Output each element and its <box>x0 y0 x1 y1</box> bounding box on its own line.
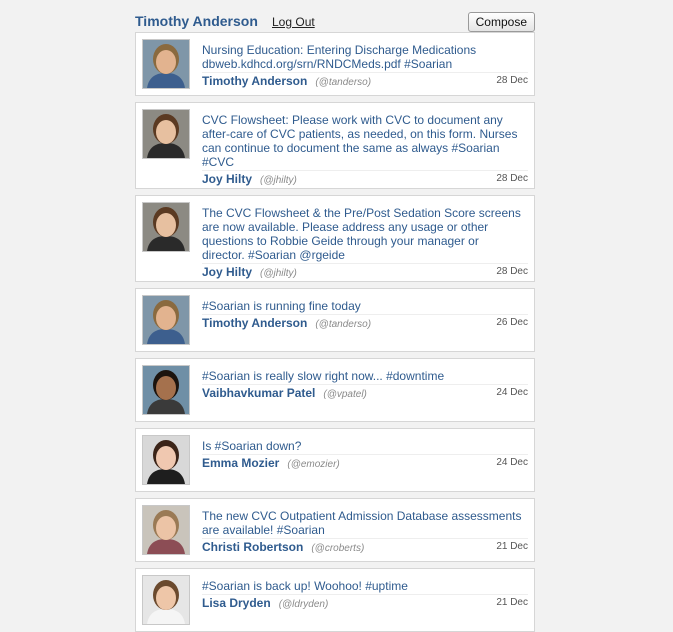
user-avatar[interactable] <box>142 295 190 345</box>
user-avatar[interactable] <box>142 435 190 485</box>
post-author-name[interactable]: Joy Hilty <box>202 172 252 186</box>
post-meta: Timothy Anderson (@tanderso) 26 Dec <box>202 314 528 331</box>
post-author-group: Lisa Dryden (@ldryden) <box>202 596 328 612</box>
post-date: 26 Dec <box>496 317 528 328</box>
post-message-line: director. #Soarian @rgeide <box>202 248 345 262</box>
post-date: 28 Dec <box>496 266 528 277</box>
post-message-line: #Soarian is really slow right now... #do… <box>202 369 445 383</box>
post-date: 24 Dec <box>496 457 528 468</box>
post-message-line: The CVC Flowsheet & the Pre/Post Sedatio… <box>202 206 521 220</box>
post-message: Nursing Education: Entering Discharge Me… <box>202 43 528 71</box>
user-avatar[interactable] <box>142 109 190 159</box>
post-card[interactable]: The CVC Flowsheet & the Pre/Post Sedatio… <box>135 195 535 282</box>
post-message: Is #Soarian down? <box>202 439 528 453</box>
post-author-name[interactable]: Timothy Anderson <box>202 74 307 88</box>
post-author-group: Christi Robertson (@croberts) <box>202 540 364 556</box>
post-meta: Joy Hilty (@jhilty) 28 Dec <box>202 170 528 187</box>
post-message-line: dbweb.kdhcd.org/srn/RNDCMeds.pdf #Soaria… <box>202 57 453 71</box>
post-meta: Lisa Dryden (@ldryden) 21 Dec <box>202 594 528 611</box>
post-author-group: Vaibhavkumar Patel (@vpatel) <box>202 386 367 402</box>
post-author-handle[interactable]: (@jhilty) <box>260 175 297 186</box>
post-message-line: can continue to document the same as alw… <box>202 141 500 155</box>
post-card[interactable]: Nursing Education: Entering Discharge Me… <box>135 32 535 96</box>
post-message-line: CVC Flowsheet: Please work with CVC to d… <box>202 113 503 127</box>
post-author-group: Timothy Anderson (@tanderso) <box>202 316 371 332</box>
post-meta: Emma Mozier (@emozier) 24 Dec <box>202 454 528 471</box>
post-card[interactable]: #Soarian is really slow right now... #do… <box>135 358 535 422</box>
post-message-line: Nursing Education: Entering Discharge Me… <box>202 43 477 57</box>
post-author-handle[interactable]: (@vpatel) <box>323 389 367 400</box>
post-date: 24 Dec <box>496 387 528 398</box>
header: Timothy Anderson Log Out Compose <box>135 11 535 32</box>
post-message: The new CVC Outpatient Admission Databas… <box>202 509 528 537</box>
post-message-line: The new CVC Outpatient Admission Databas… <box>202 509 522 523</box>
user-avatar[interactable] <box>142 505 190 555</box>
user-avatar[interactable] <box>142 575 190 625</box>
post-message-line: Is #Soarian down? <box>202 439 302 453</box>
user-avatar[interactable] <box>142 365 190 415</box>
post-author-name[interactable]: Christi Robertson <box>202 540 303 554</box>
post-message-line: are available! #Soarian <box>202 523 325 537</box>
post-message-line: are now available. Please address any us… <box>202 220 489 234</box>
logout-link[interactable]: Log Out <box>272 13 315 31</box>
post-meta: Joy Hilty (@jhilty) 28 Dec <box>202 263 528 280</box>
post-author-group: Timothy Anderson (@tanderso) <box>202 74 371 90</box>
user-avatar[interactable] <box>142 39 190 89</box>
post-message-line: #Soarian is back up! Woohoo! #uptime <box>202 579 408 593</box>
post-message: CVC Flowsheet: Please work with CVC to d… <box>202 113 528 169</box>
post-card[interactable]: The new CVC Outpatient Admission Databas… <box>135 498 535 562</box>
post-author-name[interactable]: Lisa Dryden <box>202 596 271 610</box>
post-message-line: questions to Robbie Geide through your m… <box>202 234 479 248</box>
post-card[interactable]: #Soarian is back up! Woohoo! #uptime Lisa… <box>135 568 535 632</box>
post-message-line: #Soarian is running fine today <box>202 299 361 313</box>
post-meta: Christi Robertson (@croberts) 21 Dec <box>202 538 528 555</box>
post-meta: Vaibhavkumar Patel (@vpatel) 24 Dec <box>202 384 528 401</box>
post-message-line: after-care of CVC patients, as needed, o… <box>202 127 518 141</box>
post-author-name[interactable]: Emma Mozier <box>202 456 279 470</box>
compose-button[interactable]: Compose <box>467 12 535 32</box>
post-card[interactable]: CVC Flowsheet: Please work with CVC to d… <box>135 102 535 189</box>
post-card[interactable]: #Soarian is running fine today Timothy An… <box>135 288 535 352</box>
user-avatar[interactable] <box>142 202 190 252</box>
post-meta: Timothy Anderson (@tanderso) 28 Dec <box>202 72 528 89</box>
post-message: #Soarian is really slow right now... #do… <box>202 369 528 383</box>
post-author-name[interactable]: Vaibhavkumar Patel <box>202 386 315 400</box>
post-author-handle[interactable]: (@croberts) <box>311 543 364 554</box>
post-date: 21 Dec <box>496 541 528 552</box>
post-message: #Soarian is back up! Woohoo! #uptime <box>202 579 528 593</box>
post-message: The CVC Flowsheet & the Pre/Post Sedatio… <box>202 206 528 262</box>
post-author-handle[interactable]: (@emozier) <box>287 459 339 470</box>
post-author-name[interactable]: Timothy Anderson <box>202 316 307 330</box>
post-date: 28 Dec <box>496 173 528 184</box>
post-date: 28 Dec <box>496 75 528 86</box>
post-date: 21 Dec <box>496 597 528 608</box>
post-message: #Soarian is running fine today <box>202 299 528 313</box>
post-author-handle[interactable]: (@tanderso) <box>315 319 371 330</box>
post-author-handle[interactable]: (@tanderso) <box>315 77 371 88</box>
post-card[interactable]: Is #Soarian down? Emma Mozier (@emozier) 24… <box>135 428 535 492</box>
post-author-handle[interactable]: (@ldryden) <box>279 599 329 610</box>
post-author-group: Joy Hilty (@jhilty) <box>202 265 297 281</box>
post-author-group: Emma Mozier (@emozier) <box>202 456 340 472</box>
post-author-group: Joy Hilty (@jhilty) <box>202 172 297 188</box>
post-author-name[interactable]: Joy Hilty <box>202 265 252 279</box>
current-user-name[interactable]: Timothy Anderson <box>135 11 258 31</box>
post-message-line: #CVC <box>202 155 235 169</box>
post-author-handle[interactable]: (@jhilty) <box>260 268 297 279</box>
